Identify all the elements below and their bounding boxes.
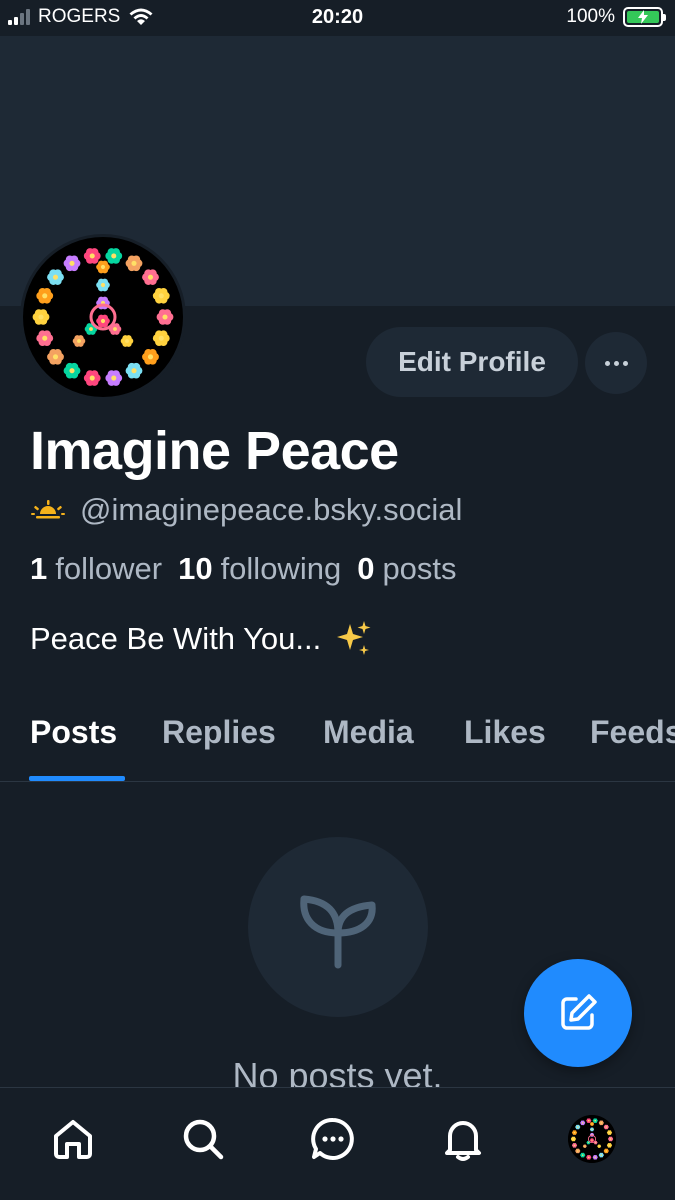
nav-search[interactable]	[178, 1114, 228, 1164]
bottom-nav	[0, 1087, 675, 1200]
following-stat[interactable]: 10 following	[178, 551, 341, 587]
compose-icon	[561, 994, 597, 1030]
bio-text: Peace Be With You...	[30, 621, 322, 656]
handle: @imaginepeace.bsky.social	[80, 492, 463, 527]
bio: Peace Be With You...	[30, 620, 373, 658]
tab-feeds[interactable]: Feeds	[590, 714, 675, 751]
chat-icon	[311, 1118, 354, 1160]
ellipsis-dot	[622, 360, 628, 366]
nav-profile[interactable]	[567, 1114, 617, 1164]
home-icon	[54, 1120, 92, 1159]
tab-posts[interactable]: Posts	[30, 714, 117, 751]
following-label: following	[220, 551, 342, 586]
nav-notifications[interactable]	[438, 1114, 488, 1164]
profile-avatar[interactable]	[20, 234, 186, 400]
profile-avatar-small	[568, 1115, 616, 1163]
battery-icon	[623, 7, 666, 27]
bell-icon	[445, 1121, 481, 1161]
posts-label: posts	[382, 551, 457, 586]
display-name: Imagine Peace	[30, 421, 399, 481]
tab-replies[interactable]: Replies	[162, 714, 276, 751]
status-right: 100%	[566, 6, 666, 28]
stats-row: 1 follower 10 following 0 posts	[30, 551, 457, 587]
handle-row: @imaginepeace.bsky.social	[30, 492, 462, 528]
charging-bolt-icon	[638, 10, 648, 24]
ellipsis-dot	[613, 360, 619, 366]
followers-count: 1	[30, 551, 48, 586]
edit-profile-button[interactable]: Edit Profile	[366, 327, 578, 397]
ellipsis-icon	[604, 360, 610, 366]
status-bar: ROGERS 20:20 100%	[0, 0, 675, 36]
sunrise-icon	[31, 500, 65, 519]
nav-chat[interactable]	[308, 1114, 358, 1164]
profile-tabs: Posts Replies Media Likes Feeds	[0, 700, 675, 782]
posts-count: 0	[357, 551, 375, 586]
compose-post-button[interactable]	[524, 959, 632, 1067]
more-options-button[interactable]	[585, 332, 647, 394]
tab-media[interactable]: Media	[323, 714, 414, 751]
empty-state-icon-circle	[248, 837, 428, 1017]
followers-stat[interactable]: 1 follower	[30, 551, 162, 587]
active-tab-indicator	[29, 776, 125, 781]
following-count: 10	[178, 551, 213, 586]
followers-label: follower	[55, 551, 163, 586]
peace-sign-flowers-avatar	[23, 237, 183, 397]
nav-home[interactable]	[48, 1114, 98, 1164]
battery-percent: 100%	[566, 6, 615, 27]
sparkles-icon	[337, 621, 371, 655]
tab-likes[interactable]: Likes	[464, 714, 546, 751]
seedling-icon	[300, 895, 376, 969]
peace-sign-flowers-avatar-small	[568, 1115, 616, 1163]
search-icon	[183, 1119, 224, 1160]
battery-fill	[627, 10, 659, 24]
posts-stat: 0 posts	[357, 551, 456, 587]
